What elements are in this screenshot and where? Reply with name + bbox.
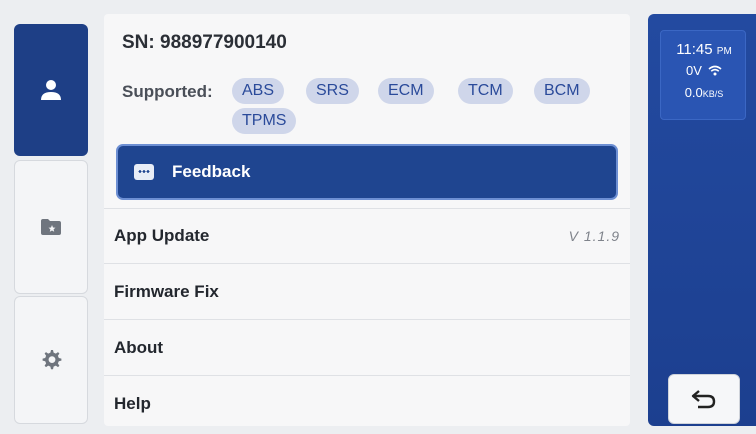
menu-item-help[interactable]: Help <box>104 376 630 426</box>
back-button[interactable] <box>668 374 740 424</box>
folder-star-icon <box>41 219 61 235</box>
tab-settings[interactable] <box>14 296 88 424</box>
tab-personal[interactable] <box>14 24 88 156</box>
status-card: 11:45 PM 0V 0.0KB/S <box>660 30 746 120</box>
user-icon <box>41 80 61 100</box>
menu-item-app-update[interactable]: App Update V 1.1.9 <box>104 208 630 264</box>
speed-unit: KB/S <box>702 89 724 99</box>
system-chip-ecm: ECM <box>378 78 434 104</box>
feedback-button[interactable]: Feedback <box>116 144 618 200</box>
menu-item-about[interactable]: About <box>104 320 630 376</box>
speed-value: 0.0 <box>684 85 703 100</box>
menu-item-label: About <box>114 337 164 357</box>
system-chip-tpms: TPMS <box>232 108 297 134</box>
app-version: V 1.1.9 <box>568 228 620 244</box>
system-chip-srs: SRS <box>306 78 359 104</box>
clock-time: 11:45 <box>676 41 713 58</box>
menu-item-label: Help <box>114 394 151 413</box>
chat-bubble-icon <box>134 164 154 180</box>
menu-item-label: Firmware Fix <box>114 281 219 301</box>
system-chip-bcm: BCM <box>534 78 590 104</box>
app-screen: SN: 988977900140 Supported: ABS SRS ECM … <box>0 0 756 434</box>
clock: 11:45 PM <box>661 41 747 58</box>
system-chip-abs: ABS <box>232 78 285 104</box>
voltage-wifi-row: 0V <box>661 63 747 78</box>
menu-item-label: App Update <box>114 226 210 245</box>
voltage-reading: 0V <box>686 63 702 78</box>
menu-item-firmware-fix[interactable]: Firmware Fix <box>104 264 630 320</box>
network-speed: 0.0KB/S <box>661 85 747 100</box>
settings-gear-icon <box>42 350 62 370</box>
main-panel: SN: 988977900140 Supported: ABS SRS ECM … <box>104 14 630 426</box>
sn-value: 988977900140 <box>160 32 287 53</box>
wifi-icon <box>708 65 722 76</box>
tab-files[interactable] <box>14 160 88 294</box>
left-tab-rail <box>14 24 88 424</box>
back-arrow-icon <box>691 390 716 409</box>
status-panel: 11:45 PM 0V 0.0KB/S <box>648 14 756 426</box>
system-chip-tcm: TCM <box>458 78 513 104</box>
clock-ampm: PM <box>716 46 732 57</box>
feedback-label: Feedback <box>172 162 251 181</box>
sn-label: SN: <box>122 32 155 53</box>
supported-label: Supported: <box>122 82 213 101</box>
serial-number: SN: 988977900140 <box>122 32 287 54</box>
